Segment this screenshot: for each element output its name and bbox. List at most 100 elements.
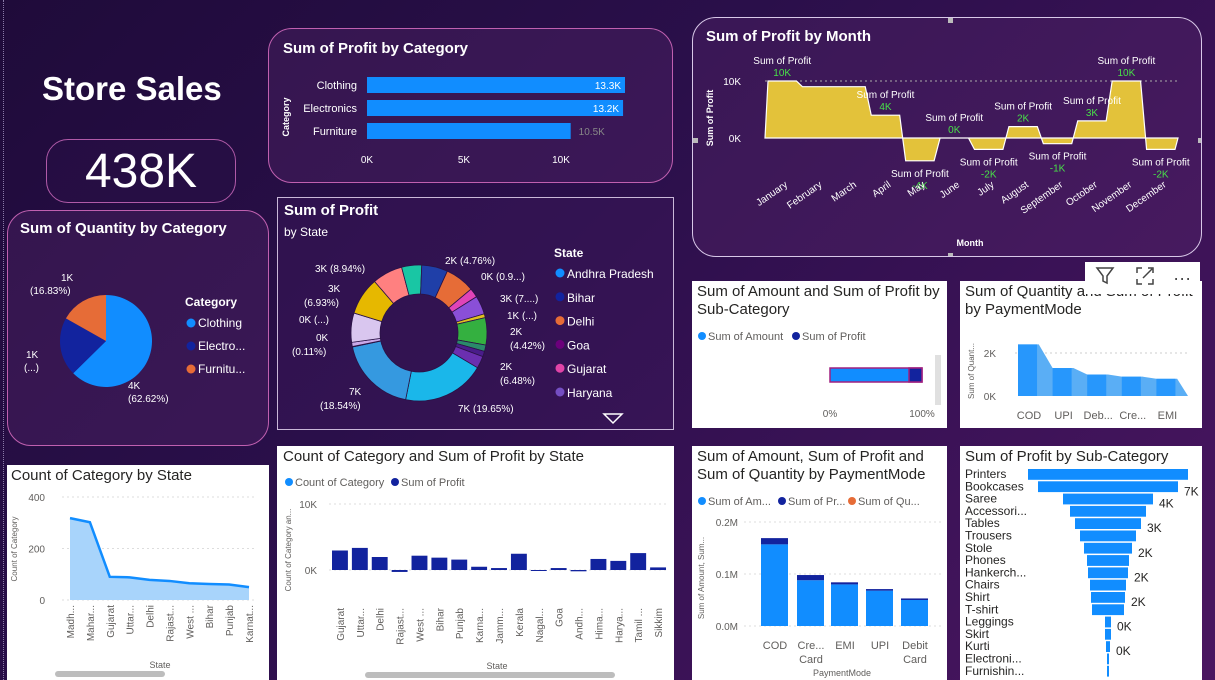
x-tick-label: March (830, 179, 859, 204)
profit-by-subcategory-chart[interactable]: Sum of Profit by Sub-Category Printers Bo… (960, 446, 1202, 680)
filter-icon[interactable] (1094, 265, 1116, 292)
quantity-by-category-chart[interactable]: Sum of Quantity by Category 4K (62.62%) 1K… (7, 210, 269, 446)
column (761, 538, 788, 545)
funnel-bar (1087, 555, 1129, 566)
x-axis-title: State (149, 660, 170, 670)
amount-profit-quantity-by-paymentmode-chart[interactable]: Sum of Amount, Sum of Profit and Sum of … (692, 446, 947, 680)
legend-marker (792, 332, 800, 340)
data-label: 7K (349, 387, 362, 398)
x-tick-label: West ... (415, 608, 426, 642)
column (351, 547, 368, 570)
data-label: 0K (316, 333, 329, 344)
legend-marker (186, 341, 196, 351)
legend-marker (698, 332, 706, 340)
data-label: 2K (1017, 114, 1030, 125)
data-label: 2K (500, 362, 513, 373)
y-tick-label: 10K (723, 77, 741, 88)
donut-slice (351, 340, 412, 401)
category-label: Clothing (317, 80, 357, 92)
y-tick-label: 2K (984, 349, 997, 360)
data-label: 3K (8.94%) (315, 264, 365, 275)
data-label: (62.62%) (128, 394, 169, 405)
funnel-bar (1091, 592, 1125, 603)
amount-profit-by-subcategory-chart[interactable]: Sum of Amount and Sum of Profit by Sub-C… (692, 281, 947, 428)
data-label: (4.42%) (510, 341, 545, 352)
x-tick-label: Rajast... (396, 608, 407, 645)
x-tick-label: April (870, 179, 893, 199)
kpi-value: 438K (84, 144, 198, 198)
x-axis-title: Month (957, 238, 984, 248)
data-label: 0K (948, 125, 961, 136)
y-axis-title: Sum of Quant... (967, 343, 976, 399)
legend-label: Electro... (198, 339, 245, 353)
annotation-label: Sum of Profit (1063, 96, 1121, 107)
y-tick-label: 400 (28, 493, 45, 504)
x-tick-label: June (938, 179, 962, 201)
funnel-bar (1088, 567, 1128, 579)
data-label: 2K (510, 327, 523, 338)
profit-by-state-chart[interactable]: Sum of Profit by State 2K (4.76%) 0K (0.9… (277, 197, 674, 430)
data-label: 0K (0.9...) (481, 272, 525, 283)
x-tick-label: Harya... (614, 608, 625, 643)
legend-marker (285, 478, 293, 486)
x-tick-label: Goa (555, 608, 566, 627)
column (1052, 368, 1072, 396)
data-label: 3K (1086, 108, 1099, 119)
category-label: Furnishin... (965, 664, 1024, 678)
resize-handle (693, 253, 698, 256)
legend-marker (555, 387, 565, 397)
column (431, 557, 448, 570)
x-tick-label: Gujarat (336, 608, 347, 641)
column (761, 544, 788, 626)
column (491, 568, 507, 570)
column (901, 600, 928, 626)
legend-label: Haryana (567, 386, 613, 400)
quantity-profit-by-paymentmode-chart[interactable]: Sum of Quantity and Sum of Profit by Pay… (960, 281, 1202, 428)
x-tick-label: EMI (835, 640, 855, 652)
annotation-label: Sum of Profit (753, 56, 811, 67)
x-tick-label: UPI (1054, 410, 1072, 422)
scrollbar (55, 671, 165, 677)
bar (367, 77, 625, 93)
x-tick-label: 0% (823, 409, 838, 420)
x-tick-label: Gujarat (106, 605, 117, 638)
funnel-bar (1106, 641, 1110, 652)
funnel-bar (1092, 604, 1124, 616)
count-of-category-by-state-chart[interactable]: Count of Category by State Count of Cate… (7, 465, 269, 680)
x-tick-label: Karna... (475, 608, 486, 643)
data-label: (6.48%) (500, 376, 535, 387)
funnel-bar (1105, 616, 1111, 628)
legend-title: State (554, 246, 584, 260)
total-profit-card[interactable]: 438K (46, 139, 236, 203)
legend-label: Sum of Am... (708, 496, 771, 508)
y-tick-label: 0.2M (716, 518, 738, 529)
more-options-icon[interactable]: ··· (1173, 268, 1191, 289)
legend-label: Sum of Qu... (858, 496, 920, 508)
funnel-bar (1080, 530, 1136, 542)
x-tick-label: Nagal... (535, 608, 546, 642)
column (590, 558, 607, 570)
legend-marker (186, 318, 196, 328)
annotation-label: Sum of Profit (891, 169, 949, 180)
count-profit-by-state-chart[interactable]: Count of Category and Sum of Profit by S… (277, 446, 674, 680)
x-tick-label: Jamm... (495, 608, 506, 644)
legend-marker (778, 497, 786, 505)
legend-marker (186, 364, 196, 374)
legend-marker (555, 292, 565, 302)
data-label: 4K (128, 381, 141, 392)
legend-label: Clothing (198, 316, 242, 330)
data-label: 2K (1134, 570, 1149, 584)
profit-by-category-chart[interactable]: Sum of Profit by Category Category Clothi… (268, 28, 673, 183)
x-tick-label: 10K (552, 155, 570, 166)
data-label: -1K (1050, 164, 1066, 175)
legend-label: Sum of Amount (708, 331, 783, 343)
column (831, 584, 858, 626)
legend-label: Andhra Pradesh (567, 267, 654, 281)
resize-handle (1198, 253, 1201, 256)
x-tick-label: Punjab (455, 608, 466, 640)
area-fill (70, 518, 250, 600)
y-axis-title: Count of Category an... (284, 509, 293, 592)
profit-by-month-chart[interactable]: Sum of Profit by Month 10K 0K Sum of Profi… (692, 17, 1202, 257)
category-label: Furniture (313, 126, 357, 138)
focus-mode-icon[interactable] (1134, 265, 1156, 292)
